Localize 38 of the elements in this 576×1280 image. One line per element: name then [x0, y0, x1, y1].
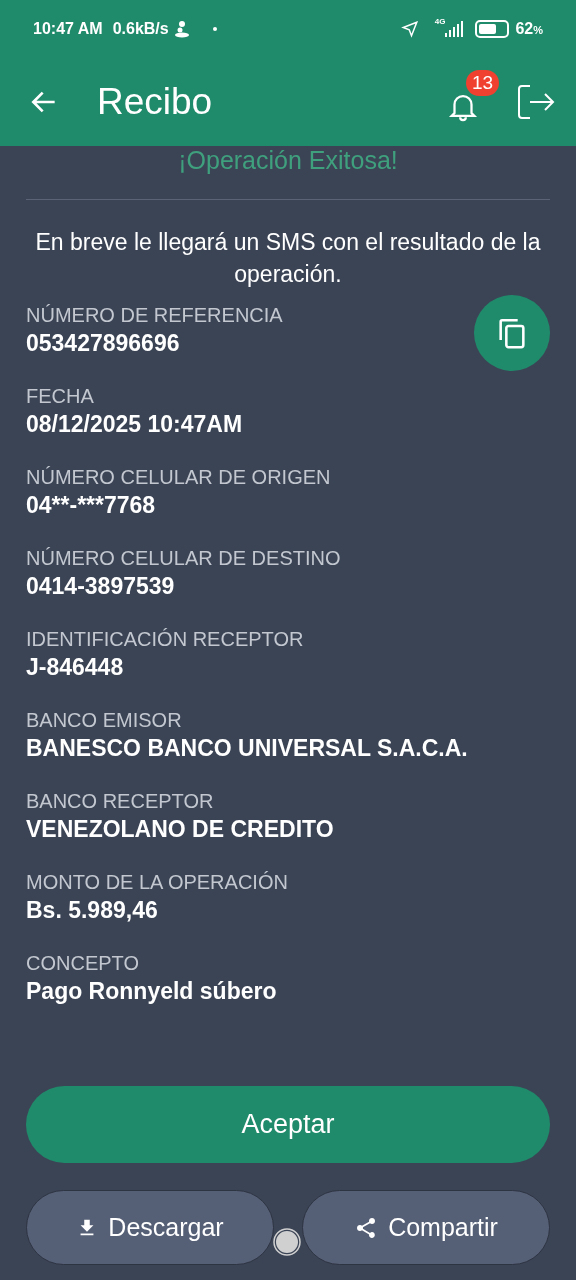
field-label: NÚMERO CELULAR DE DESTINO — [26, 546, 342, 571]
field-value: 08/12/2025 10:47AM — [26, 410, 243, 439]
network-type: 4G — [434, 16, 446, 28]
dot-icon — [212, 27, 217, 31]
battery-percent: 62% — [515, 19, 543, 39]
app-notification-icon — [172, 20, 191, 38]
download-button[interactable]: Descargar — [26, 1190, 274, 1265]
status-time: 10:47 AM — [33, 19, 103, 39]
field-label: IDENTIFICACIÓN RECEPTOR — [26, 627, 305, 652]
battery-icon — [475, 20, 510, 38]
field-label: BANCO RECEPTOR — [26, 789, 215, 814]
field-value: VENEZOLANO DE CREDITO — [26, 815, 334, 844]
field-value: 053427896696 — [26, 329, 180, 358]
field-value: Pago Ronnyeld súbero — [26, 977, 277, 1006]
field-value: Bs. 5.989,46 — [26, 896, 158, 925]
accept-button[interactable]: Aceptar — [26, 1086, 550, 1163]
logout-button[interactable] — [516, 82, 556, 122]
location-icon — [400, 20, 419, 38]
field-label: BANCO EMISOR — [26, 708, 183, 733]
field-label: FECHA — [26, 384, 95, 409]
field-label: NÚMERO CELULAR DE ORIGEN — [26, 465, 332, 490]
field-label: MONTO DE LA OPERACIÓN — [26, 870, 289, 895]
field-value: BANESCO BANCO UNIVERSAL S.A.C.A. — [26, 734, 468, 763]
share-button[interactable]: Compartir — [302, 1190, 550, 1265]
page-title: Recibo — [97, 80, 213, 125]
network-speed: 0.6kB/s — [112, 19, 169, 39]
signal-icon — [445, 21, 464, 37]
success-title: ¡Operación Exitosa! — [177, 146, 399, 174]
field-value: 0414-3897539 — [26, 572, 175, 601]
field-label: CONCEPTO — [26, 951, 140, 976]
notification-badge: 13 — [466, 70, 500, 96]
logout-icon — [516, 82, 556, 122]
field-value: J-846448 — [26, 653, 124, 682]
nav-home-icon[interactable] — [273, 1228, 301, 1256]
field-label: NÚMERO DE REFERENCIA — [26, 303, 284, 328]
sms-message: En breve le llegará un SMS con el resultado de la operación. — [34, 228, 542, 289]
notifications-button[interactable]: 13 — [446, 70, 504, 126]
field-value: 04**-***7768 — [26, 491, 156, 520]
